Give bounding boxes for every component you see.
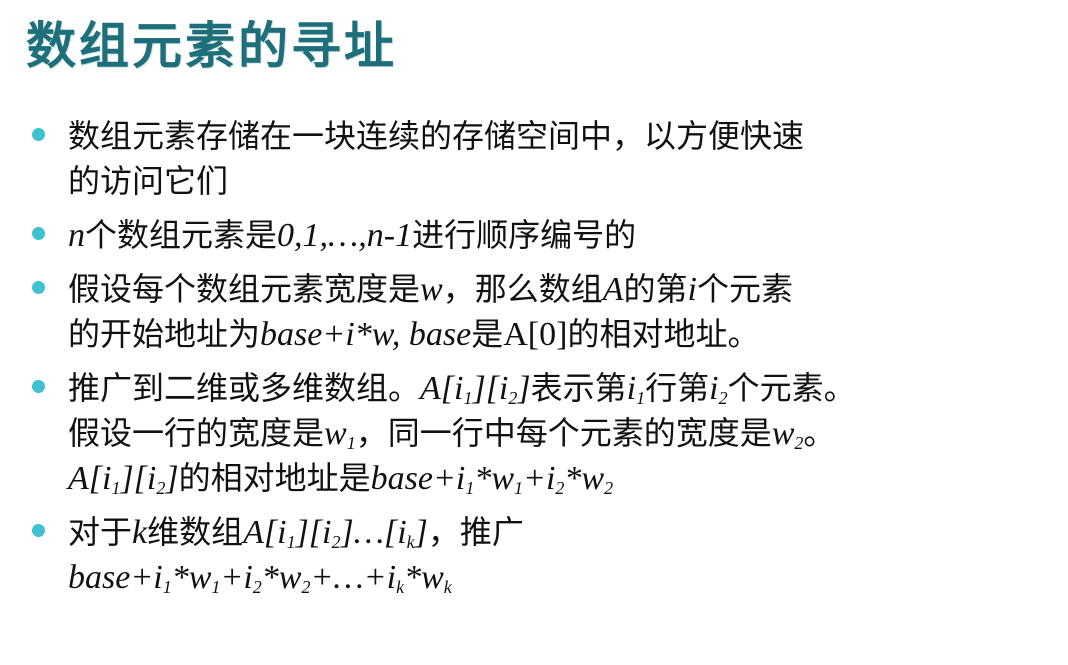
math-part: *w [564,460,605,497]
bullet-dot-icon [32,380,45,393]
bullet-3-text-1: 假设每个数组元素宽度是 [68,270,421,308]
math-sub: 1 [514,478,524,498]
bullet-4-line-3: A[i1][i2]的相对地址是base+i1*w1+i2*w2 [68,456,1062,501]
bullet-4-line-1: 推广到二维或多维数组。A[i1][i2]表示第i1行第i2个元素。 [68,366,1062,411]
math-A-i1-i2-b: A[i1][i2] [68,460,179,497]
math-part: base+i [370,460,466,497]
bullet-4-text-3: 行第 [645,369,710,407]
math-part: ] [165,460,179,497]
slide-title: 数组元素的寻址 [26,17,397,75]
math-formula-2d: base+i1*w1+i2*w2 [371,460,613,497]
math-sub: 1 [286,532,296,552]
bullet-3-text-2: ，那么数组 [442,270,603,308]
bullet-4-text-1: 推广到二维或多维数组。 [68,369,421,407]
bullet-3-line-1: 假设每个数组元素宽度是w，那么数组A的第i个元素 [68,267,1062,312]
math-w1: w1 [324,415,356,452]
math-part: +i [220,559,253,596]
bullet-3-text-3: 的第 [623,270,688,308]
bullet-dot-icon [32,128,45,141]
bullet-3-text-5: 的开始地址为 [68,315,261,353]
slide: 数组元素的寻址 数组元素存储在一块连续的存储空间中，以方便快速 的访问它们 n个… [0,0,1068,665]
bullet-list: 数组元素存储在一块连续的存储空间中，以方便快速 的访问它们 n个数组元素是0,1… [30,114,1062,609]
math-part: base+i [68,559,163,596]
math-sub: k [443,577,452,597]
math-part: A[i [420,370,464,407]
math-part: ] [517,370,531,407]
math-sub: 1 [636,388,646,408]
bullet-item-2: n个数组元素是0,1,…,n-1进行顺序编号的 [30,213,1062,258]
bullet-3-text-6: 是 [471,315,504,353]
math-part: *w [171,559,212,596]
bullet-5-text-1: 对于 [68,513,133,551]
bullet-dot-icon [32,281,45,294]
math-sub: k [406,532,415,552]
bullet-1-line-1: 数组元素存储在一块连续的存储空间中，以方便快速 [68,117,805,155]
bullet-3-text-7: 的相对地址。 [567,315,760,353]
bullet-1-line-2: 的访问它们 [68,162,229,200]
math-sub: 1 [465,478,475,498]
math-part: A[i [243,514,287,551]
bullet-4-text-7: 。 [803,414,836,452]
math-n: n [68,217,85,254]
math-sub: 1 [162,577,172,597]
math-A-i1-i2: A[i1][i2] [420,370,531,407]
math-A0: A[0] [503,316,568,353]
math-sub: 2 [331,532,341,552]
bullet-5-line-2: base+i1*w1+i2*w2+…+ik*wk [68,555,1062,600]
bullet-4-text-8: 的相对地址是 [178,459,371,497]
math-part: i [709,370,719,407]
math-sub: 2 [604,478,614,498]
bullet-2-text-1: 个数组元素是 [85,216,278,254]
math-part: ][i [295,514,332,551]
math-sub: 1 [346,433,356,453]
bullet-5-text-2: 维数组 [147,513,244,551]
math-sub: 2 [718,388,728,408]
math-sequence: 0,1,…,n-1 [277,217,413,254]
math-part: *w [404,559,444,596]
math-formula-base: base+i*w, base [260,316,472,353]
math-A: A [602,271,624,308]
bullet-5-text-3: ，推广 [427,513,524,551]
math-sub: k [396,577,405,597]
bullet-5-line-1: 对于k维数组A[i1][i2]…[ik]，推广 [68,510,1062,555]
bullet-2-text-2: 进行顺序编号的 [412,216,637,254]
bullet-item-1: 数组元素存储在一块连续的存储空间中，以方便快速 的访问它们 [30,114,1062,204]
bullet-4-text-2: 表示第 [530,369,627,407]
math-part: w [771,415,795,452]
math-part: ] [414,514,428,551]
bullet-dot-icon [32,227,45,240]
math-part: *w [261,559,302,596]
bullet-dot-icon [32,524,45,537]
math-w2: w2 [772,415,804,452]
math-part: *w [474,460,515,497]
math-sub: 2 [252,577,262,597]
bullet-item-5: 对于k维数组A[i1][i2]…[ik]，推广 base+i1*w1+i2*w2… [30,510,1062,600]
bullet-3-text-4: 个元素 [696,270,793,308]
math-i2: i2 [709,370,727,407]
math-part: +i [523,460,556,497]
bullet-4-line-2: 假设一行的宽度是w1，同一行中每个元素的宽度是w2。 [68,411,1062,456]
bullet-2-line-1: n个数组元素是0,1,…,n-1进行顺序编号的 [68,213,1062,258]
math-part: w [324,415,347,452]
math-part: i [626,370,637,407]
math-i: i [687,271,697,308]
bullet-item-4: 推广到二维或多维数组。A[i1][i2]表示第i1行第i2个元素。 假设一行的宽… [30,366,1062,501]
bullet-4-text-6: ，同一行中每个元素的宽度是 [355,414,772,452]
bullet-3-line-2: 的开始地址为base+i*w, base是A[0]的相对地址。 [68,312,1062,357]
math-A-i1-ik: A[i1][i2]…[ik] [243,514,428,551]
math-part: ][i [120,460,157,497]
math-part: A[i [68,460,112,497]
math-part: ]…[i [340,514,407,551]
math-k: k [132,514,148,551]
math-formula-kd: base+i1*w1+i2*w2+…+ik*wk [68,559,452,596]
math-part: ][i [472,370,509,407]
math-part: +…+i [310,559,397,596]
math-w: w [420,271,443,308]
bullet-item-3: 假设每个数组元素宽度是w，那么数组A的第i个元素 的开始地址为base+i*w,… [30,267,1062,357]
bullet-4-text-4: 个元素。 [727,369,856,407]
bullet-4-text-5: 假设一行的宽度是 [68,414,325,452]
math-i1: i1 [627,370,645,407]
